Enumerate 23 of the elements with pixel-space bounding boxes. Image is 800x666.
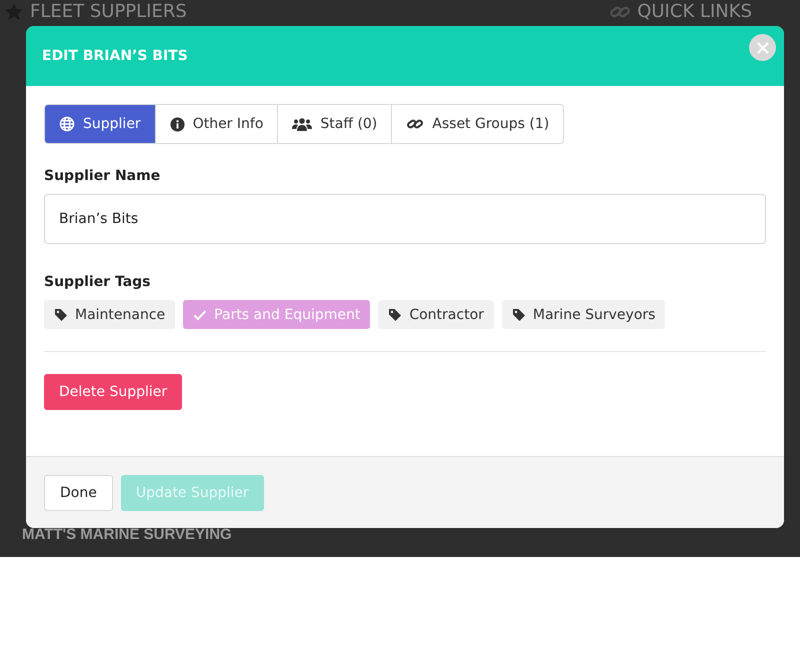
close-button[interactable] (749, 34, 776, 61)
delete-button[interactable]: Delete Supplier (44, 374, 182, 410)
supplier-name-field[interactable]: Brian’s Bits (44, 194, 766, 244)
tag-icon (54, 308, 68, 322)
tab[interactable]: Asset Groups (1) (391, 105, 564, 143)
check-icon (193, 308, 208, 320)
tag-chip[interactable]: Contractor (378, 300, 494, 329)
footer-button[interactable]: Done (44, 474, 113, 510)
quick-links-title: QUICK LINKS (637, 1, 752, 23)
tag-icon (388, 308, 402, 322)
tag-chip[interactable]: Maintenance (44, 300, 176, 329)
tag-icon (512, 308, 526, 322)
supplier-heading: MATT'S MARINE SURVEYING (21, 526, 233, 545)
field-label: Supplier Name (44, 168, 162, 184)
close-icon (756, 42, 768, 54)
page-title: FLEET SUPPLIERS (30, 1, 187, 23)
tag-chip[interactable]: Marine Surveyors (502, 300, 666, 329)
users-icon (292, 116, 312, 132)
globe-icon (59, 116, 75, 132)
tab[interactable]: Supplier (45, 105, 155, 143)
dialog-title: EDIT BRIAN’S BITS (42, 48, 188, 64)
info-icon (170, 116, 185, 132)
field-label: Supplier Tags (44, 274, 152, 290)
